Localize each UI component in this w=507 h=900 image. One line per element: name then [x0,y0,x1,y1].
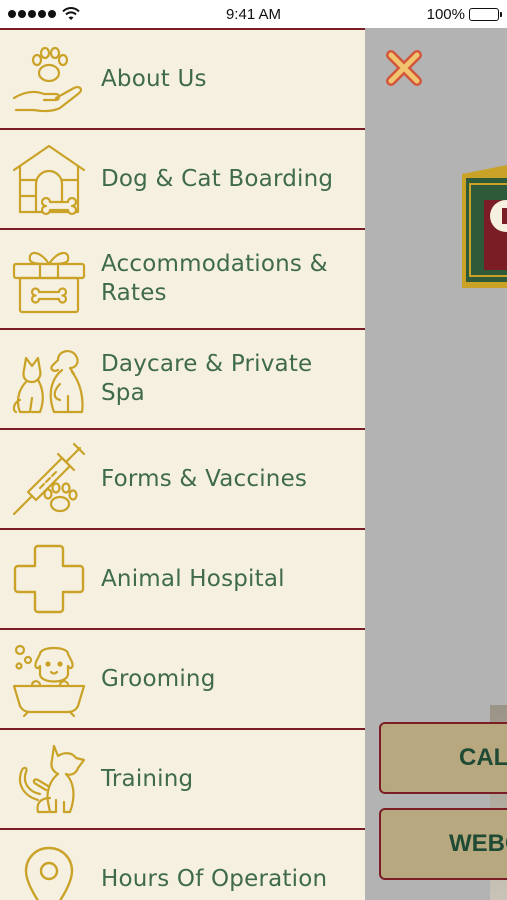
menu-item-label: About Us [101,65,207,92]
syringe-paw-icon [12,442,86,516]
menu-item-label: Accommodations & Rates [101,251,328,306]
menu-item-animal-hospital[interactable]: Animal Hospital [0,528,365,628]
dog-bath-icon [12,644,86,718]
gift-box-icon [12,251,86,314]
menu-item-grooming[interactable]: Grooming [0,628,365,728]
menu-item-hours-of-operation[interactable]: Hours Of Operation [0,828,365,900]
menu-item-about-us[interactable]: About Us [0,28,365,128]
dog-house-icon [12,144,86,216]
webcam-button[interactable]: WEBCA [379,808,507,880]
menu-item-accommodations-rates[interactable]: Accommodations & Rates [0,228,365,328]
navigation-drawer: About Us Dog & Cat Boarding Accommodatio… [0,28,365,900]
menu-item-daycare-private-spa[interactable]: Daycare & Private Spa [0,328,365,428]
battery-icon [469,8,502,21]
battery-status: 100% [426,6,502,23]
location-pin-icon [24,846,74,900]
menu-item-label: Animal Hospital [101,565,285,592]
status-bar: 9:41 AM 100% [0,0,507,28]
call-button[interactable]: CALL [379,722,507,794]
paw-hand-icon [12,46,83,113]
battery-percentage: 100% [426,6,465,23]
menu-item-dog-cat-boarding[interactable]: Dog & Cat Boarding [0,128,365,228]
logo-emblem [462,165,507,288]
menu-item-label: Dog & Cat Boarding [101,165,334,192]
dog-trick-icon [18,744,86,814]
menu-item-label: Daycare & Private Spa [101,351,313,406]
menu-item-label: Grooming [101,665,216,692]
menu-item-training[interactable]: Training [0,728,365,828]
medical-cross-icon [13,544,85,614]
menu-item-label: Forms & Vaccines [101,465,308,492]
menu-item-label: Hours Of Operation [101,865,328,892]
menu-item-label: Training [101,765,194,792]
close-icon[interactable] [383,48,425,88]
dog-cat-icon [12,350,84,414]
menu-item-forms-vaccines[interactable]: Forms & Vaccines [0,428,365,528]
